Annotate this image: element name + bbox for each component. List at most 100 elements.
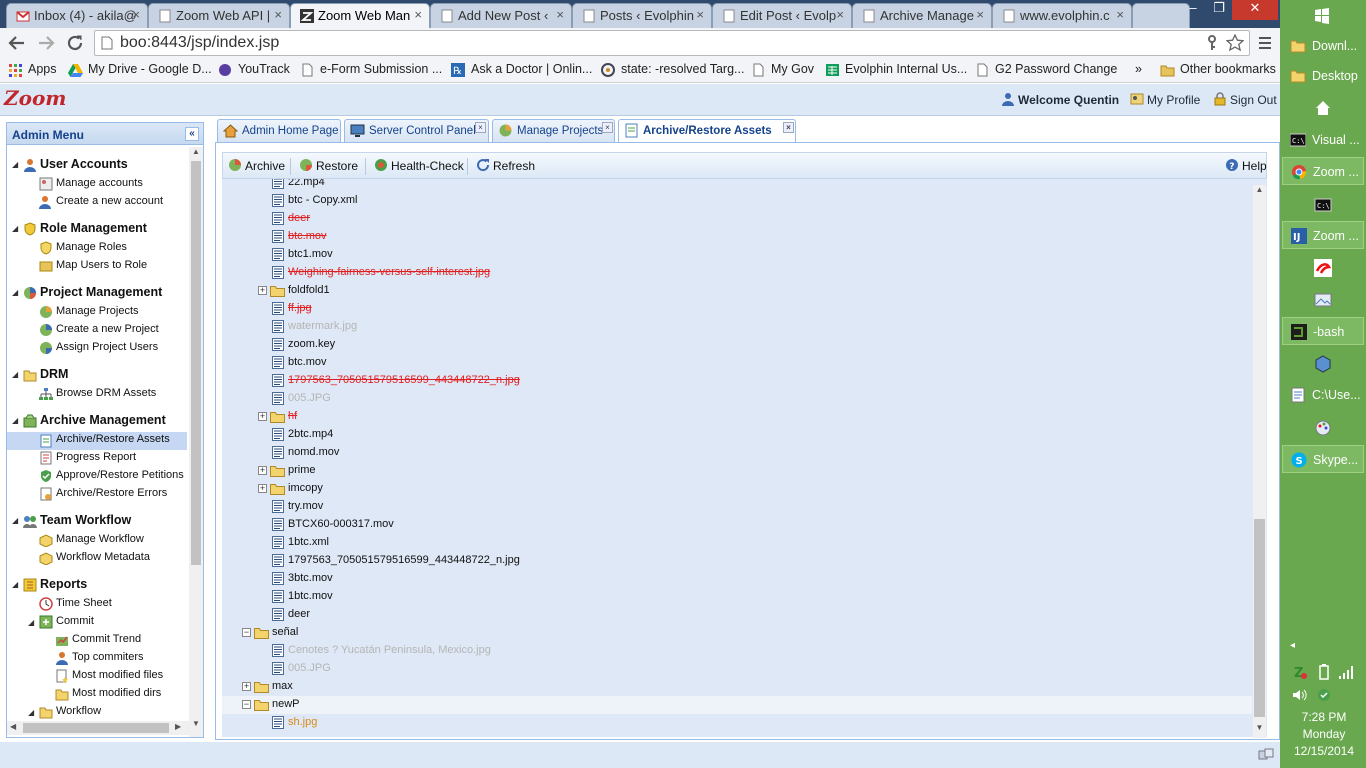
menu-item-manage-workflow[interactable]: Manage Workflow	[39, 533, 144, 547]
scroll-down-arrow-icon[interactable]: ▼	[189, 719, 203, 732]
tree-row-file[interactable]: ff.jpg	[222, 300, 1252, 318]
taskbar-item-skype[interactable]: S Skype...	[1282, 445, 1364, 473]
tree-row-file[interactable]: 005.JPG	[222, 660, 1252, 678]
bookmark-g2-password[interactable]: G2 Password Change	[975, 62, 1117, 77]
menu-item-workflow-metadata[interactable]: Workflow Metadata	[39, 551, 150, 565]
browser-tab-archive-manage[interactable]: Archive Manage ×	[852, 3, 992, 28]
close-window-icon[interactable]: ✕	[1232, 0, 1278, 20]
collapse-toggle-icon[interactable]: −	[242, 700, 251, 709]
security-check-icon[interactable]	[1316, 687, 1332, 703]
menu-group-archive-management[interactable]: Archive Management	[23, 413, 166, 428]
taskbar-item-bash[interactable]: -bash	[1282, 317, 1364, 345]
taskbar-item-visual[interactable]: C:\ Visual ...	[1282, 126, 1364, 154]
minimize-icon[interactable]: –	[1180, 0, 1206, 20]
tree-row-folder[interactable]: − señal	[222, 624, 1252, 642]
scrollbar-thumb[interactable]	[191, 161, 201, 565]
menu-item-most-modified-files[interactable]: Most modified files	[56, 669, 163, 683]
menu-group-user-accounts[interactable]: User Accounts	[24, 157, 128, 172]
menu-item-archive-restore-errors[interactable]: Archive/Restore Errors	[40, 487, 167, 501]
menu-item-archive-restore-assets[interactable]: Archive/Restore Assets	[7, 432, 187, 450]
expand-toggle-icon[interactable]: +	[258, 412, 267, 421]
other-bookmarks[interactable]: Other bookmarks	[1160, 62, 1276, 77]
volume-icon[interactable]	[1292, 687, 1308, 703]
expand-toggle-icon[interactable]: +	[258, 484, 267, 493]
tree-row-folder[interactable]: − newP	[222, 696, 1252, 714]
refresh-button[interactable]: Refresh	[476, 159, 535, 173]
close-icon[interactable]: ×	[556, 7, 564, 22]
browser-tab-zoom-web-manager[interactable]: Zoom Web Man ×	[290, 3, 430, 28]
scroll-up-arrow-icon[interactable]: ▲	[1253, 185, 1266, 197]
my-profile-link[interactable]: My Profile	[1130, 93, 1200, 107]
menu-item-commit[interactable]: Commit	[39, 615, 94, 629]
menu-item-commit-trend[interactable]: Commit Trend	[56, 633, 141, 646]
scroll-left-arrow-icon[interactable]: ◀	[10, 722, 16, 731]
image-icon[interactable]	[1314, 291, 1332, 309]
close-icon[interactable]: ×	[132, 7, 140, 22]
tree-row-folder[interactable]: + foldfold1	[222, 282, 1252, 300]
bookmark-youtrack[interactable]: YouTrack	[218, 62, 290, 76]
expand-triangle-icon[interactable]: ◢	[28, 618, 34, 627]
bookmark-apps[interactable]: Apps	[8, 62, 57, 77]
taskbar-clock[interactable]: 7:28 PM Monday 12/15/2014	[1282, 709, 1366, 760]
menu-item-assign-project-users[interactable]: Assign Project Users	[40, 341, 158, 354]
reload-icon[interactable]	[66, 34, 84, 52]
menu-item-top-commiters[interactable]: Top commiters	[56, 651, 144, 665]
menu-item-workflow[interactable]: Workflow	[39, 705, 101, 719]
paint-icon[interactable]	[1314, 419, 1332, 437]
show-hidden-icons-icon[interactable]: ◂	[1290, 640, 1295, 651]
close-icon[interactable]: ×	[414, 7, 422, 22]
tree-row-file[interactable]: deer	[222, 210, 1252, 228]
close-icon[interactable]: ×	[1116, 7, 1124, 22]
tree-row-file[interactable]: try.mov	[222, 498, 1252, 516]
browser-tab-zoom-api[interactable]: Zoom Web API | ×	[148, 3, 290, 28]
expand-triangle-icon[interactable]: ◢	[12, 416, 18, 425]
windows-start-icon[interactable]	[1314, 8, 1330, 24]
tree-row-file[interactable]: Cenotes ? Yucatán Peninsula, Mexico.jpg	[222, 642, 1252, 660]
tab-server-control-panel[interactable]: Server Control Panel ×	[344, 119, 489, 142]
back-arrow-icon[interactable]	[8, 34, 26, 52]
expand-triangle-icon[interactable]: ◢	[12, 516, 18, 525]
bookmark-evolphin-internal[interactable]: Evolphin Internal Us...	[825, 62, 967, 76]
bookmark-google-drive[interactable]: My Drive - Google D...	[68, 62, 212, 77]
expand-toggle-icon[interactable]: +	[258, 286, 267, 295]
bookmarks-overflow-button[interactable]: »	[1135, 62, 1142, 76]
collapse-toggle-icon[interactable]: −	[242, 628, 251, 637]
restore-window-icon[interactable]: ❐	[1206, 0, 1232, 20]
battery-icon[interactable]	[1318, 664, 1330, 680]
close-icon[interactable]: ×	[783, 122, 794, 133]
home-icon[interactable]	[1314, 99, 1332, 117]
tree-row-file[interactable]: 1btc.mov	[222, 588, 1252, 606]
expand-triangle-icon[interactable]: ◢	[12, 370, 18, 379]
menu-group-drm[interactable]: DRM	[23, 367, 68, 382]
star-icon[interactable]	[1226, 34, 1244, 52]
tree-row-file[interactable]: Weighing-fairness-versus-self-interest.j…	[222, 264, 1252, 282]
browser-tab-posts[interactable]: Posts ‹ Evolphin ×	[572, 3, 712, 28]
collapse-panel-icon[interactable]: «	[185, 127, 199, 141]
expand-triangle-icon[interactable]: ◢	[12, 580, 18, 589]
tree-row-file[interactable]: zoom.key	[222, 336, 1252, 354]
tree-row-folder[interactable]: + prime	[222, 462, 1252, 480]
tree-row-file[interactable]: BTCX60-000317.mov	[222, 516, 1252, 534]
tree-row-file[interactable]: btc - Copy.xml	[222, 192, 1252, 210]
taskbar-item-downloads[interactable]: Downl...	[1282, 32, 1364, 60]
tree-row-file[interactable]: btc1.mov	[222, 246, 1252, 264]
close-icon[interactable]: ×	[836, 7, 844, 22]
taskbar-item-zoom-chrome[interactable]: Zoom ...	[1282, 157, 1364, 185]
tree-row-file[interactable]: btc.mov	[222, 228, 1252, 246]
bookmark-my-gov[interactable]: My Gov	[751, 62, 814, 77]
close-icon[interactable]: ×	[475, 122, 486, 133]
expand-triangle-icon[interactable]: ◢	[28, 708, 34, 717]
tree-row-file[interactable]: 1btc.xml	[222, 534, 1252, 552]
menu-item-manage-projects[interactable]: Manage Projects	[40, 305, 139, 318]
tree-row-folder[interactable]: + hf	[222, 408, 1252, 426]
signal-strength-icon[interactable]	[1338, 664, 1354, 680]
sign-out-link[interactable]: Sign Out	[1213, 92, 1277, 107]
menu-icon[interactable]	[1258, 36, 1272, 50]
expand-toggle-icon[interactable]: +	[242, 682, 251, 691]
close-icon[interactable]: ×	[602, 122, 613, 133]
archive-button[interactable]: Archive	[228, 159, 285, 173]
scroll-down-arrow-icon[interactable]: ▼	[1253, 723, 1266, 735]
taskbar-item-explorer[interactable]: C:\Use...	[1282, 381, 1364, 409]
bookmark-state-resolved[interactable]: state: -resolved Targ...	[601, 62, 744, 77]
browser-tab-gmail[interactable]: Inbox (4) - akila@ ×	[6, 3, 148, 28]
